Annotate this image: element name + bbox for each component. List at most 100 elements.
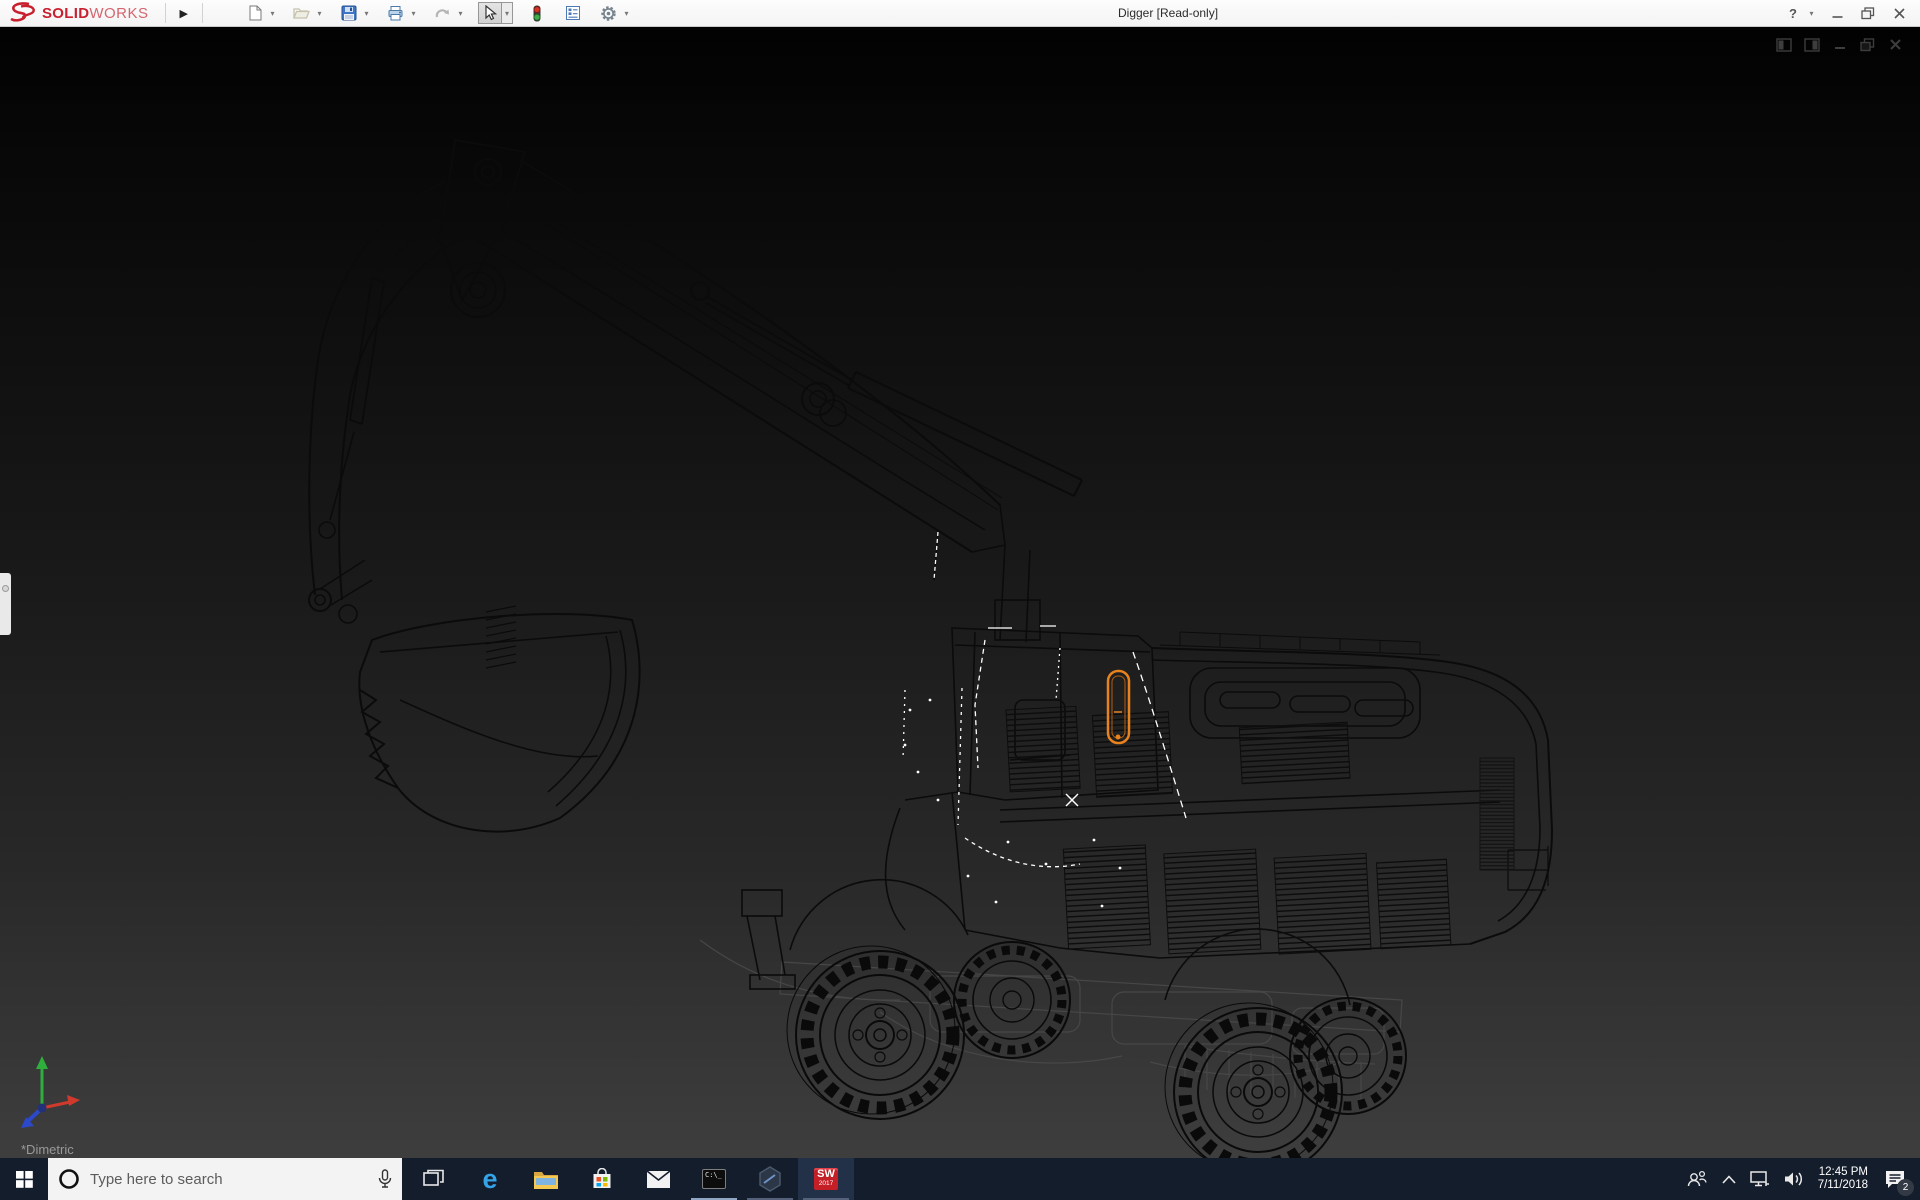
file-explorer-button[interactable] (518, 1158, 574, 1200)
front-wheel-arch[interactable] (790, 880, 968, 950)
solidworks-2017-icon: SW 2017 (814, 1168, 838, 1190)
document-window-controls (1775, 37, 1904, 52)
notification-badge: 2 (1897, 1179, 1914, 1196)
solidworks-taskbar-button[interactable]: SW 2017 (798, 1158, 854, 1200)
undo-arrow-icon (434, 5, 451, 21)
y-axis-arrow (36, 1056, 48, 1069)
menu-expand-arrow[interactable]: ▶ (172, 5, 196, 22)
volume-icon[interactable] (1784, 1171, 1804, 1187)
quick-access-toolbar: ▾ ▾ (243, 2, 642, 24)
pane-toggle-left-button[interactable] (1775, 37, 1792, 52)
view-orientation-label: *Dimetric (21, 1142, 74, 1157)
open-document-button[interactable] (290, 2, 314, 24)
mail-button[interactable] (630, 1158, 686, 1200)
engine-grilles[interactable] (1006, 687, 1451, 967)
flyout-dot-icon (2, 585, 9, 592)
undo-dropdown[interactable]: ▾ (455, 9, 466, 18)
save-floppy-icon (341, 5, 357, 21)
pane-right-icon (1804, 38, 1820, 52)
doc-close-button[interactable] (1887, 37, 1904, 52)
edge-button[interactable]: e (462, 1158, 518, 1200)
boom-elbow[interactable] (440, 140, 525, 317)
microphone-icon[interactable] (378, 1169, 392, 1189)
graphics-viewport[interactable]: *Dimetric (0, 27, 1920, 1158)
network-icon[interactable] (1750, 1171, 1770, 1187)
help-dropdown[interactable]: ▾ (1806, 9, 1817, 18)
doc-minimize-button[interactable] (1831, 37, 1848, 52)
edge-icon: e (482, 1166, 497, 1193)
cortana-icon (58, 1168, 80, 1190)
close-icon (1893, 7, 1906, 20)
minimize-button[interactable] (1826, 4, 1848, 24)
file-explorer-icon (533, 1169, 559, 1190)
3ds-swoosh-icon (8, 2, 38, 24)
undo-button[interactable] (431, 2, 455, 24)
task-view-button[interactable] (406, 1158, 462, 1200)
pane-toggle-right-button[interactable] (1803, 37, 1820, 52)
divider (165, 3, 166, 23)
start-button[interactable] (0, 1158, 48, 1200)
chevron-up-icon[interactable] (1722, 1175, 1736, 1184)
open-document-dropdown[interactable]: ▾ (314, 9, 325, 18)
system-tray: 12:45 PM 7/11/2018 2 (1686, 1158, 1920, 1200)
options-dropdown[interactable]: ▾ (621, 9, 632, 18)
doc-close-icon (1889, 38, 1902, 51)
divider (202, 3, 203, 23)
bucket[interactable] (359, 606, 639, 832)
print-dropdown[interactable]: ▾ (408, 9, 419, 18)
mail-icon (646, 1170, 671, 1189)
app-window-controls: ? ▾ (1789, 0, 1910, 27)
minimize-icon (1831, 7, 1844, 20)
traffic-light-icon (530, 5, 544, 22)
hexagon-app-button[interactable] (742, 1158, 798, 1200)
body-housing[interactable] (742, 632, 1552, 1005)
boom-arm[interactable] (470, 160, 1005, 552)
rebuild-button[interactable] (525, 2, 549, 24)
bucket-teeth[interactable] (360, 690, 398, 788)
pane-left-icon (1776, 38, 1792, 52)
solidworks-application-window: SOLIDWORKS ▶ ▾ ▾ (0, 0, 1920, 1200)
featuremanager-flyout-tab[interactable] (0, 573, 11, 635)
open-folder-icon (293, 5, 310, 21)
stick-arm[interactable] (309, 182, 472, 623)
tray-date: 7/11/2018 (1818, 1179, 1868, 1192)
pinned-apps: e (406, 1158, 854, 1200)
hydraulic-coil[interactable] (1480, 758, 1514, 870)
save-button[interactable] (337, 2, 361, 24)
clock[interactable]: 12:45 PM 7/11/2018 (1818, 1166, 1868, 1192)
save-dropdown[interactable]: ▾ (361, 9, 372, 18)
new-document-button[interactable] (243, 2, 267, 24)
taskbar-spacer (854, 1158, 1686, 1200)
x-axis-arrow (67, 1095, 80, 1106)
digger-wireframe-model[interactable] (0, 27, 1920, 1158)
command-prompt-button[interactable]: C:\_ (686, 1158, 742, 1200)
brand-works-text: WORKS (89, 5, 148, 22)
file-properties-button[interactable] (561, 2, 585, 24)
taskbar-search-input[interactable]: Type here to search (48, 1158, 402, 1200)
print-icon (387, 5, 404, 21)
select-cursor-icon (482, 5, 497, 21)
windows-logo-icon (16, 1171, 33, 1188)
select-tool-dropdown[interactable]: ▾ (502, 2, 513, 24)
action-center-button[interactable]: 2 (1882, 1166, 1908, 1192)
new-document-dropdown[interactable]: ▾ (267, 9, 278, 18)
doc-restore-icon (1860, 38, 1875, 52)
command-prompt-icon: C:\_ (702, 1169, 726, 1189)
close-button[interactable] (1888, 4, 1910, 24)
boom-cylinder[interactable] (691, 282, 1082, 496)
store-button[interactable] (574, 1158, 630, 1200)
new-document-icon (247, 5, 263, 21)
doc-minimize-icon (1833, 38, 1847, 51)
restore-icon (1861, 7, 1875, 20)
doc-restore-button[interactable] (1859, 37, 1876, 52)
search-placeholder-text: Type here to search (90, 1171, 368, 1188)
people-icon[interactable] (1686, 1170, 1708, 1188)
select-tool-button[interactable] (478, 2, 502, 24)
store-icon (591, 1168, 613, 1190)
options-button[interactable] (597, 2, 621, 24)
wheel-far-rear[interactable] (1290, 998, 1406, 1114)
help-button[interactable]: ? (1789, 6, 1797, 21)
restore-button[interactable] (1857, 4, 1879, 24)
wheel-far-front[interactable] (954, 942, 1070, 1058)
print-button[interactable] (384, 2, 408, 24)
